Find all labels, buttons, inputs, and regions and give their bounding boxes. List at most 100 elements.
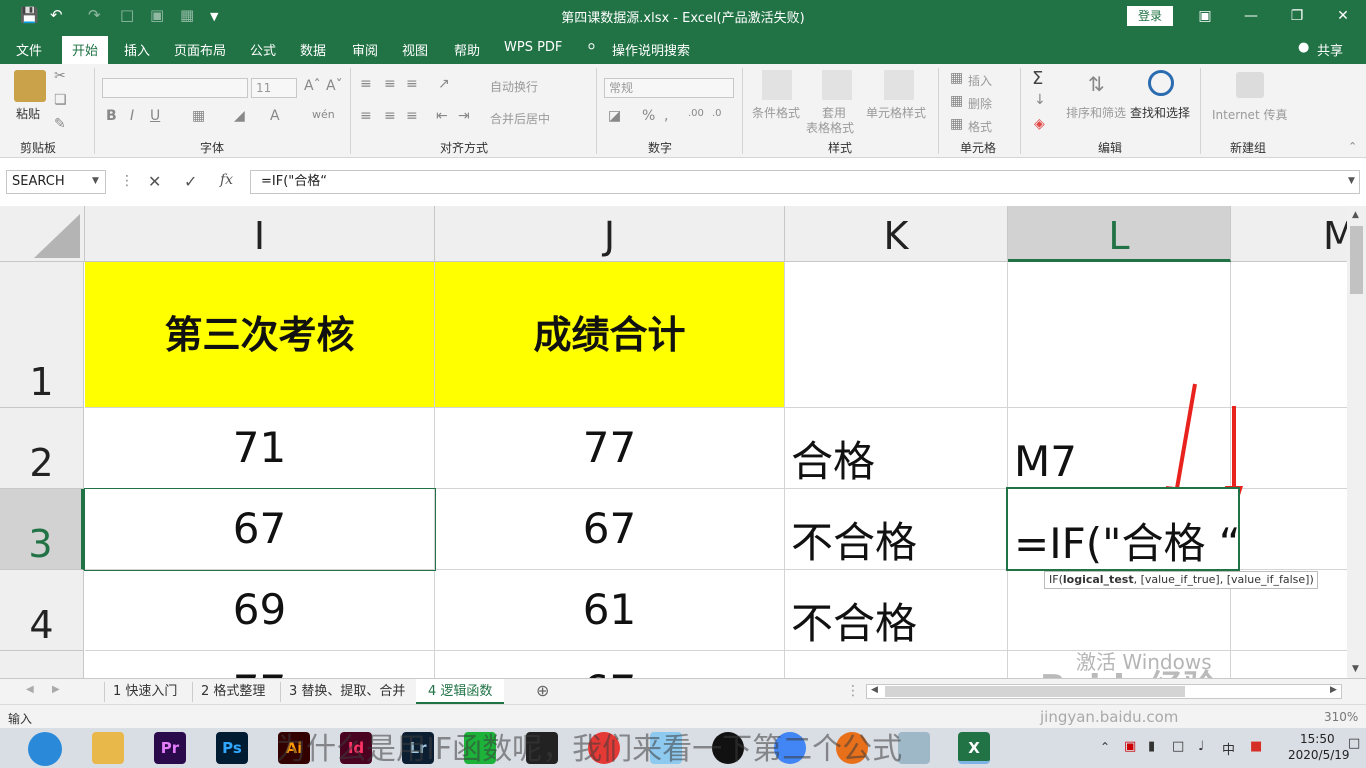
cancel-entry-icon[interactable]: ✕ xyxy=(148,172,161,191)
wrap-text-button[interactable]: 自动换行 xyxy=(490,78,538,95)
italic-icon[interactable]: I xyxy=(130,108,134,124)
tab-insert[interactable]: 插入 xyxy=(124,40,150,59)
column-header-L[interactable]: L xyxy=(1008,206,1231,262)
tab-page-layout[interactable]: 页面布局 xyxy=(174,40,226,59)
cell-I5[interactable]: 77 xyxy=(85,651,435,678)
cell-I3[interactable]: 67 xyxy=(85,489,435,570)
number-format-combo[interactable]: 常规 xyxy=(604,78,734,98)
cell-I4[interactable]: 69 xyxy=(85,570,435,651)
column-header-I[interactable]: I xyxy=(85,206,435,262)
grow-font-icon[interactable]: Aˆ xyxy=(304,78,321,94)
cell-J5[interactable]: 67 xyxy=(435,651,785,678)
sheet-prev-icon[interactable]: ◀ xyxy=(26,684,34,695)
decrease-decimal-icon[interactable]: .0 xyxy=(712,108,722,119)
column-header-K[interactable]: K xyxy=(785,206,1008,262)
tab-split-icon[interactable]: ⋮ xyxy=(846,683,860,699)
share-button[interactable]: 共享 xyxy=(1317,40,1343,59)
name-box-dropdown-icon[interactable]: ▼ xyxy=(92,176,99,186)
clock-time[interactable]: 15:50 xyxy=(1300,732,1335,746)
row-header-5[interactable] xyxy=(0,651,84,678)
wps-tray-icon[interactable]: ■ xyxy=(1250,739,1262,754)
cell-J4[interactable]: 61 xyxy=(435,570,785,651)
cell-I2[interactable]: 71 xyxy=(85,408,435,489)
increase-decimal-icon[interactable]: .00 xyxy=(688,108,704,119)
sheet-tab-1[interactable]: 1 快速入门 xyxy=(104,682,185,702)
tray-battery-icon[interactable]: ▮ xyxy=(1148,739,1155,754)
sheet-tab-3[interactable]: 3 替换、提取、合并 xyxy=(280,682,413,702)
conditional-format-icon[interactable] xyxy=(762,70,792,100)
tab-review[interactable]: 审阅 xyxy=(352,40,378,59)
fax-icon[interactable] xyxy=(1236,72,1264,98)
notes-app-icon[interactable] xyxy=(898,732,930,764)
tab-help[interactable]: 帮助 xyxy=(454,40,480,59)
add-sheet-icon[interactable]: ⊕ xyxy=(536,681,549,700)
cell-K3[interactable]: 不合格 xyxy=(785,489,1008,570)
insert-function-icon[interactable]: fx xyxy=(220,172,233,188)
select-all-corner[interactable] xyxy=(0,206,85,262)
cell-K5[interactable] xyxy=(785,651,1008,678)
phonetic-icon[interactable]: wén xyxy=(312,108,335,121)
column-header-M[interactable]: M xyxy=(1231,206,1347,262)
cell-K4[interactable]: 不合格 xyxy=(785,570,1008,651)
close-button[interactable]: ✕ xyxy=(1320,4,1366,28)
cell-L3-editing[interactable]: =IF("合格 “ xyxy=(1006,487,1241,571)
copy-icon[interactable]: ❏ xyxy=(54,92,67,108)
excel-taskbar-icon[interactable]: X xyxy=(958,732,990,764)
sheet-tab-4-active[interactable]: 4 逻辑函数 xyxy=(416,679,505,705)
font-name-combo[interactable] xyxy=(102,78,248,98)
tab-view[interactable]: 视图 xyxy=(402,40,428,59)
login-button[interactable]: 登录 xyxy=(1127,6,1173,26)
file-explorer-icon[interactable] xyxy=(92,732,124,764)
row-header-2[interactable]: 2 xyxy=(0,408,84,489)
clock-date[interactable]: 2020/5/19 xyxy=(1288,748,1350,762)
bold-icon[interactable]: B xyxy=(106,108,117,124)
align-left-icon[interactable]: ≡ xyxy=(360,108,372,124)
scroll-left-icon[interactable]: ◀ xyxy=(871,685,878,695)
internet-fax-button[interactable]: Internet 传真 xyxy=(1212,106,1287,123)
cell-styles-icon[interactable] xyxy=(884,70,914,100)
row-header-4[interactable]: 4 xyxy=(0,570,84,651)
horizontal-scroll-thumb[interactable] xyxy=(885,686,1185,697)
tray-security-icon[interactable]: ▣ xyxy=(1124,739,1136,754)
autosum-icon[interactable]: Σ xyxy=(1032,68,1043,89)
vertical-scroll-thumb[interactable] xyxy=(1350,226,1363,294)
zoom-level[interactable]: 310% xyxy=(1324,710,1358,724)
premiere-icon[interactable]: Pr xyxy=(154,732,186,764)
ime-indicator[interactable]: 中 xyxy=(1222,739,1235,758)
photoshop-icon[interactable]: Ps xyxy=(216,732,248,764)
delete-cells-icon[interactable]: ▦ xyxy=(950,93,963,109)
row-header-3[interactable]: 3 xyxy=(0,489,84,570)
start-orb-icon[interactable] xyxy=(28,732,62,766)
insert-cells-button[interactable]: 插入 xyxy=(968,72,992,89)
tab-file[interactable]: 文件 xyxy=(16,40,42,59)
cell-I1[interactable]: 第三次考核 xyxy=(85,262,435,408)
decrease-indent-icon[interactable]: ⇤ xyxy=(436,108,448,124)
confirm-entry-icon[interactable]: ✓ xyxy=(184,172,197,191)
paste-icon[interactable] xyxy=(14,70,46,102)
find-select-button[interactable]: 查找和选择 xyxy=(1130,104,1190,121)
cell-styles-button[interactable]: 单元格样式 xyxy=(866,104,926,121)
increase-indent-icon[interactable]: ⇥ xyxy=(458,108,470,124)
sheet-next-icon[interactable]: ▶ xyxy=(52,684,60,695)
tray-volume-icon[interactable]: ♩ xyxy=(1198,739,1204,754)
scroll-up-icon[interactable]: ▲ xyxy=(1352,210,1359,220)
font-size-combo[interactable]: 11 xyxy=(251,78,297,98)
delete-cells-button[interactable]: 删除 xyxy=(968,95,992,112)
table-format-icon[interactable] xyxy=(822,70,852,100)
align-right-icon[interactable]: ≡ xyxy=(406,108,418,124)
sort-filter-icon[interactable]: ⇅ xyxy=(1088,72,1105,96)
cell-J1[interactable]: 成绩合计 xyxy=(435,262,785,408)
tab-formulas[interactable]: 公式 xyxy=(250,40,276,59)
align-bottom-icon[interactable]: ≡ xyxy=(406,76,418,92)
format-cells-button[interactable]: 格式 xyxy=(968,118,992,135)
merge-center-button[interactable]: 合并后居中 xyxy=(490,110,550,127)
scroll-right-icon[interactable]: ▶ xyxy=(1330,685,1337,695)
vertical-scrollbar[interactable]: ▲ ▼ xyxy=(1347,206,1366,678)
cut-icon[interactable]: ✂ xyxy=(54,68,66,84)
tab-home[interactable]: 开始 xyxy=(62,36,109,64)
ribbon-display-icon[interactable]: ▣ xyxy=(1182,4,1228,28)
currency-icon[interactable]: ◪ xyxy=(608,108,621,124)
table-format-label-2[interactable]: 表格格式 xyxy=(806,119,854,136)
tab-wps-pdf[interactable]: WPS PDF xyxy=(504,40,562,55)
notification-icon[interactable]: □ xyxy=(1348,736,1360,751)
